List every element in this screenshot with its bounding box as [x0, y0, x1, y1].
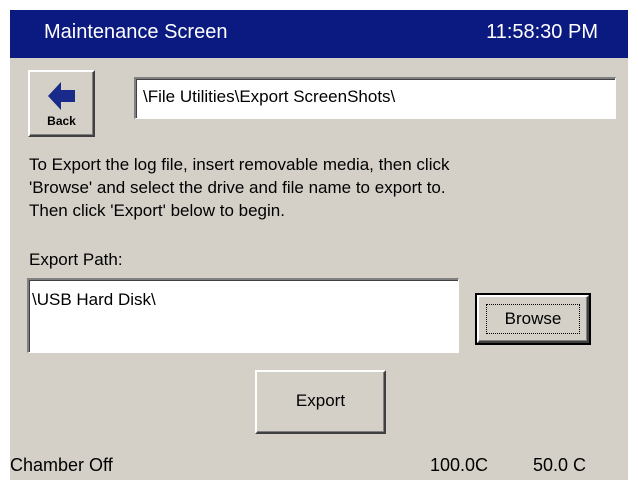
browse-button[interactable]: Browse: [475, 293, 591, 345]
export-path-label: Export Path:: [29, 250, 123, 269]
instructions-line: 'Browse' and select the drive and file n…: [29, 178, 446, 197]
temperature-readout: 100.0C: [430, 455, 489, 475]
instructions-line: Then click 'Export' below to begin.: [29, 201, 285, 220]
maintenance-screen: Maintenance Screen 11:58:30 PM Back \Fil…: [10, 10, 628, 480]
back-button-label: Back: [47, 114, 76, 128]
clock: 11:58:30 PM: [486, 21, 598, 43]
chamber-status: Chamber Off: [10, 455, 113, 475]
export-path-field[interactable]: \USB Hard Disk\: [27, 278, 459, 353]
instructions-text: To Export the log file, insert removable…: [29, 153, 619, 223]
page-title: Maintenance Screen: [44, 21, 228, 43]
setpoint-readout: 50.0 C: [533, 455, 587, 475]
browse-button-label: Browse: [486, 304, 580, 334]
instructions-line: To Export the log file, insert removable…: [29, 155, 450, 174]
back-button[interactable]: Back: [28, 70, 95, 137]
arrow-left-icon: [48, 82, 75, 110]
title-bar: Maintenance Screen 11:58:30 PM: [10, 10, 628, 58]
export-button[interactable]: Export: [255, 370, 386, 434]
current-path-field: \File Utilities\Export ScreenShots\: [134, 77, 616, 119]
